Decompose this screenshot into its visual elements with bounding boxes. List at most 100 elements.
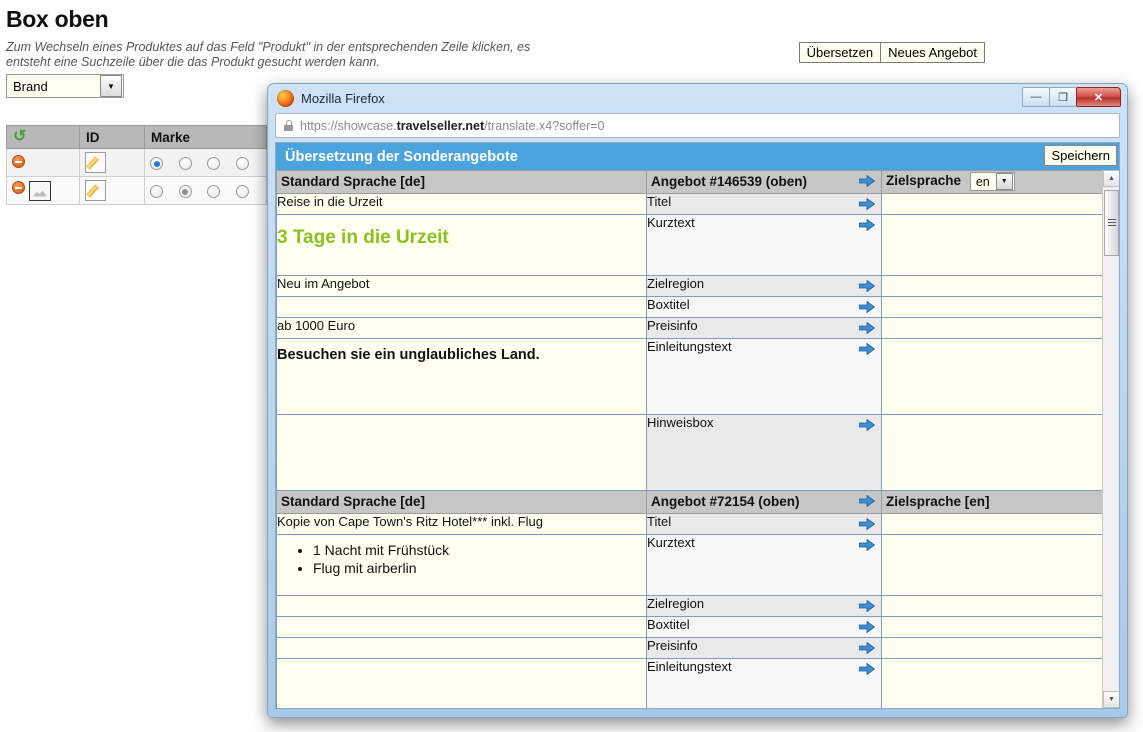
- marke-radio-2[interactable]: [179, 157, 192, 170]
- block-source-header: Standard Sprache [de]: [277, 491, 647, 514]
- id-column-header[interactable]: ID: [80, 126, 145, 149]
- arrow-right-icon[interactable]: [859, 642, 875, 654]
- block-offer-label: Angebot #72154 (oben): [651, 494, 800, 509]
- target-input[interactable]: [882, 318, 1104, 339]
- target-input[interactable]: [882, 535, 1104, 596]
- new-offer-button[interactable]: Neues Angebot: [881, 42, 985, 63]
- brand-filter-select[interactable]: Brand ▼: [6, 74, 124, 98]
- marke-radio-3[interactable]: [207, 185, 220, 198]
- block-offer-header: Angebot #72154 (oben): [647, 491, 882, 514]
- source-text[interactable]: [277, 659, 647, 709]
- window-titlebar[interactable]: Mozilla Firefox — ❐ ✕: [268, 84, 1127, 113]
- target-input[interactable]: [882, 297, 1104, 318]
- arrow-right-icon[interactable]: [859, 175, 875, 187]
- field-label: Preisinfo: [647, 318, 698, 333]
- url-text: https://showcase.travelseller.net/transl…: [300, 119, 604, 133]
- marke-radio-2[interactable]: [179, 185, 192, 198]
- arrow-right-icon[interactable]: [859, 280, 875, 292]
- target-input[interactable]: [882, 596, 1104, 617]
- translation-scroll-area: Standard Sprache [de] Angebot #146539 (o…: [276, 170, 1103, 708]
- target-input[interactable]: [882, 215, 1104, 276]
- source-text[interactable]: Kopie von Cape Town's Ritz Hotel*** inkl…: [277, 514, 647, 535]
- translation-row: Boxtitel: [277, 297, 1104, 318]
- target-input[interactable]: [882, 638, 1104, 659]
- arrow-right-icon[interactable]: [859, 322, 875, 334]
- translation-row: Einleitungstext: [277, 659, 1104, 709]
- firefox-logo-icon: [277, 90, 294, 107]
- arrow-right-icon[interactable]: [859, 219, 875, 231]
- source-text[interactable]: [277, 638, 647, 659]
- translation-row: Preisinfo: [277, 638, 1104, 659]
- target-input[interactable]: [882, 617, 1104, 638]
- window-controls: — ❐ ✕: [1023, 87, 1121, 107]
- field-label: Titel: [647, 194, 671, 209]
- target-input[interactable]: [882, 276, 1104, 297]
- marke-radio-1[interactable]: [150, 157, 163, 170]
- image-icon[interactable]: [29, 181, 51, 201]
- arrow-right-icon[interactable]: [859, 495, 875, 507]
- marke-radio-1[interactable]: [150, 185, 163, 198]
- arrow-right-icon[interactable]: [859, 600, 875, 612]
- arrow-right-icon[interactable]: [859, 663, 875, 675]
- refresh-icon[interactable]: ↺: [13, 129, 31, 145]
- field-label-cell: Titel: [647, 514, 882, 535]
- scrollbar-thumb[interactable]: [1104, 190, 1119, 256]
- maximize-button[interactable]: ❐: [1049, 87, 1077, 107]
- delete-icon[interactable]: [12, 181, 25, 194]
- arrow-right-icon[interactable]: [859, 198, 875, 210]
- source-text[interactable]: 1 Nacht mit Frühstück Flug mit airberlin: [277, 535, 647, 596]
- arrow-right-icon[interactable]: [859, 301, 875, 313]
- app-header: Übersetzung der Sonderangebote Speichern: [276, 143, 1119, 170]
- arrow-right-icon[interactable]: [859, 419, 875, 431]
- close-button[interactable]: ✕: [1076, 87, 1121, 107]
- arrow-right-icon[interactable]: [859, 343, 875, 355]
- vertical-scrollbar[interactable]: ▲ ▼: [1102, 170, 1119, 708]
- field-label-cell: Kurztext: [647, 535, 882, 596]
- source-text[interactable]: 3 Tage in die Urzeit: [277, 215, 647, 276]
- refresh-column-header[interactable]: ↺: [7, 126, 80, 149]
- url-path: /translate.x4?soffer=0: [484, 119, 604, 133]
- marke-radio-3[interactable]: [207, 157, 220, 170]
- list-item: Flug mit airberlin: [313, 559, 646, 577]
- source-text[interactable]: Besuchen sie ein unglaubliches Land.: [277, 339, 647, 415]
- minimize-button[interactable]: —: [1022, 87, 1050, 107]
- edit-icon[interactable]: [85, 152, 106, 173]
- scroll-up-button[interactable]: ▲: [1103, 170, 1120, 187]
- brand-filter-value: Brand: [7, 79, 100, 94]
- marke-radio-4[interactable]: [236, 185, 249, 198]
- target-input[interactable]: [882, 514, 1104, 535]
- target-language-select[interactable]: en ▼: [970, 172, 1015, 191]
- translation-row: Neu im Angebot Zielregion: [277, 276, 1104, 297]
- source-text[interactable]: Reise in die Urzeit: [277, 194, 647, 215]
- block-offer-header: Angebot #146539 (oben): [647, 171, 882, 194]
- scroll-down-button[interactable]: ▼: [1103, 691, 1120, 708]
- source-text[interactable]: [277, 297, 647, 318]
- edit-icon[interactable]: [85, 180, 106, 201]
- target-input[interactable]: [882, 339, 1104, 415]
- delete-icon[interactable]: [12, 155, 25, 168]
- source-text[interactable]: [277, 415, 647, 491]
- field-label: Zielregion: [647, 276, 704, 291]
- source-text[interactable]: [277, 617, 647, 638]
- target-input[interactable]: [882, 194, 1104, 215]
- field-label-cell: Hinweisbox: [647, 415, 882, 491]
- source-text[interactable]: Neu im Angebot: [277, 276, 647, 297]
- marke-radio-4[interactable]: [236, 157, 249, 170]
- field-label: Einleitungstext: [647, 339, 732, 354]
- block-offer-label: Angebot #146539 (oben): [651, 174, 807, 189]
- target-input[interactable]: [882, 659, 1104, 709]
- source-text[interactable]: [277, 596, 647, 617]
- arrow-right-icon[interactable]: [859, 539, 875, 551]
- arrow-right-icon[interactable]: [859, 621, 875, 633]
- arrow-right-icon[interactable]: [859, 518, 875, 530]
- block-target-header: Zielsprache en ▼: [882, 171, 1104, 194]
- source-text[interactable]: ab 1000 Euro: [277, 318, 647, 339]
- translation-row: 1 Nacht mit Frühstück Flug mit airberlin…: [277, 535, 1104, 596]
- url-bar[interactable]: https://showcase.travelseller.net/transl…: [275, 113, 1120, 138]
- translate-button[interactable]: Übersetzen: [799, 42, 881, 63]
- translation-row: Boxtitel: [277, 617, 1104, 638]
- field-label-cell: Preisinfo: [647, 638, 882, 659]
- target-input[interactable]: [882, 415, 1104, 491]
- marke-column-header[interactable]: Marke: [145, 126, 267, 149]
- save-button[interactable]: Speichern: [1044, 145, 1117, 166]
